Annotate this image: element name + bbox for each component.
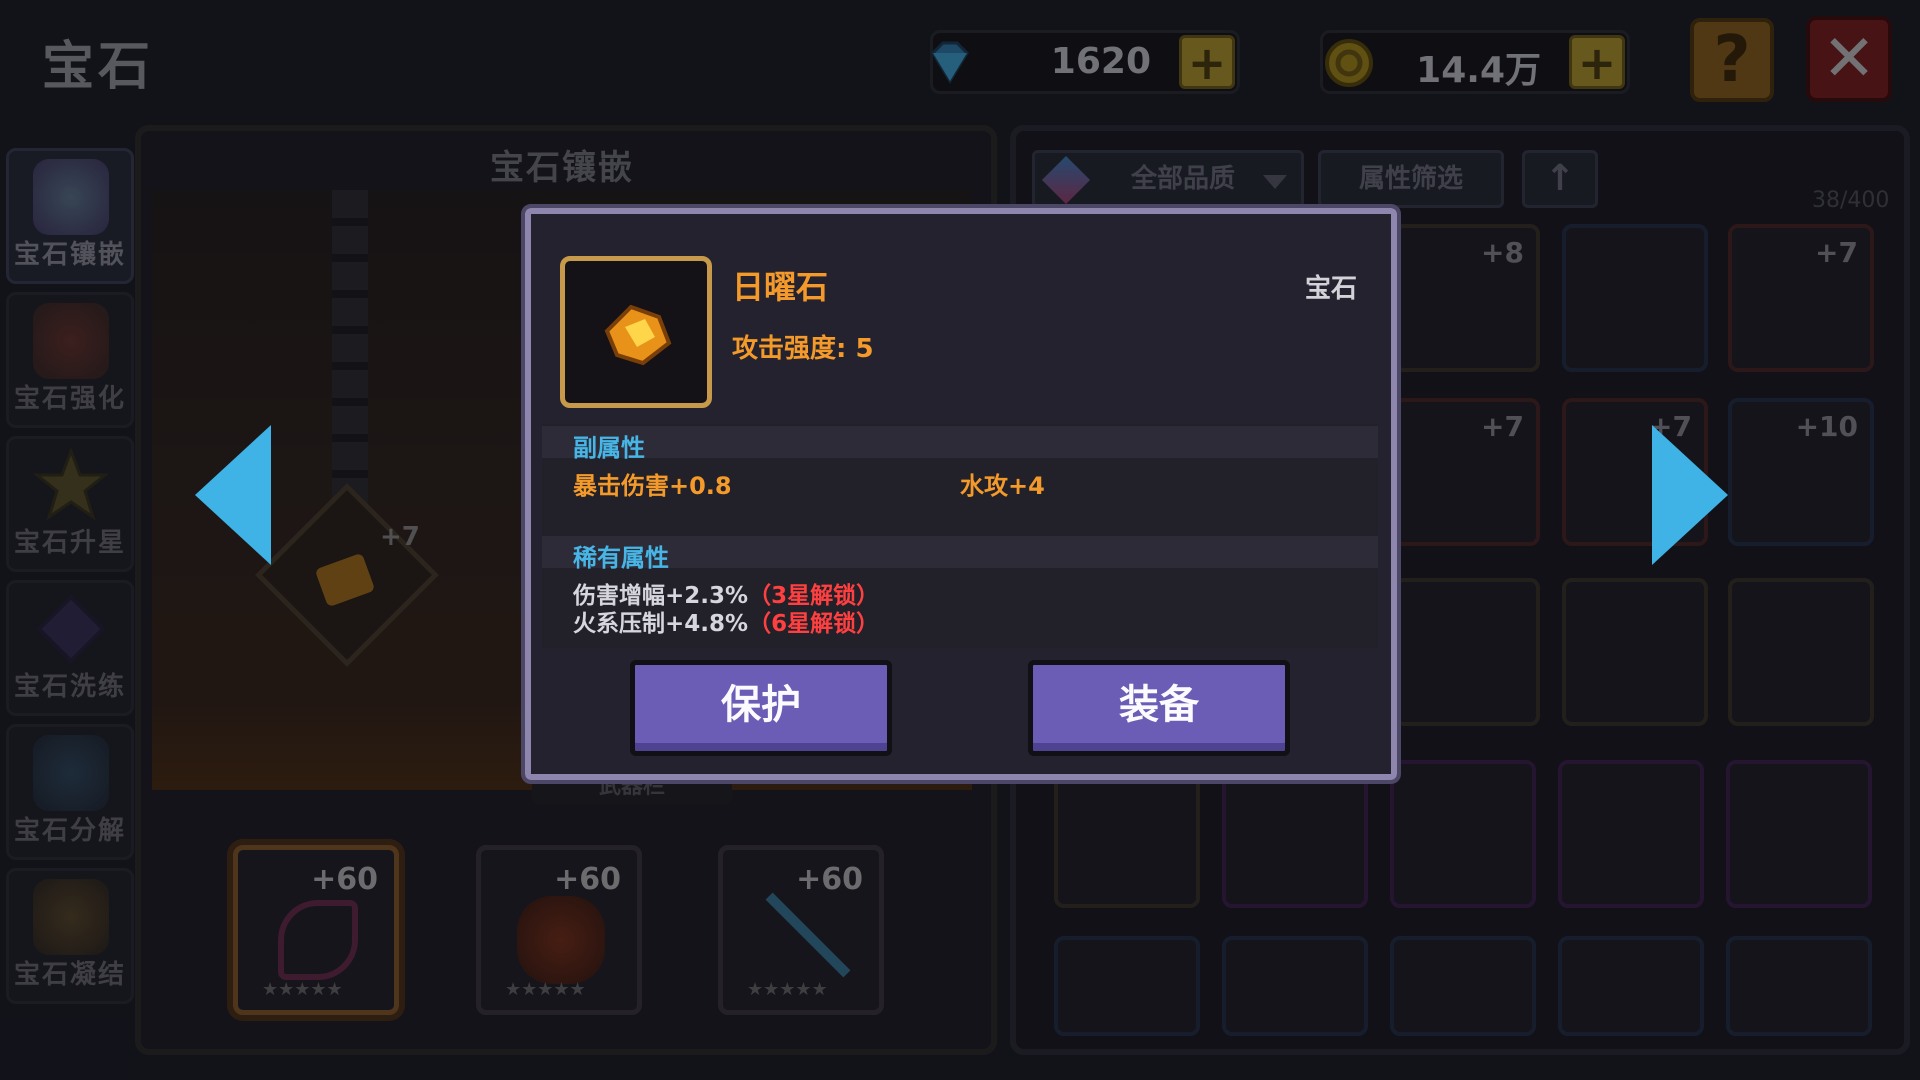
sub-attr: 水攻+4 — [960, 472, 1045, 500]
main-stat: 攻击强度: 5 — [732, 334, 874, 364]
sub-attr-title: 副属性 — [573, 434, 645, 462]
next-arrow-icon[interactable] — [1652, 425, 1728, 565]
rare-attr-title: 稀有属性 — [573, 544, 669, 572]
item-name: 日曜石 — [732, 268, 829, 306]
item-type: 宝石 — [1305, 274, 1358, 304]
sun-stone-icon — [595, 291, 679, 375]
protect-button[interactable]: 保护 — [630, 660, 892, 756]
rare-attr-lock: （6星解锁） — [748, 611, 880, 637]
equip-button[interactable]: 装备 — [1028, 660, 1290, 756]
rare-attr-text: 火系压制+4.8% — [573, 611, 749, 637]
rare-attr: 火系压制+4.8%（6星解锁） — [573, 604, 879, 638]
section-bar — [542, 426, 1378, 458]
prev-arrow-icon[interactable] — [195, 425, 271, 565]
sub-attr: 暴击伤害+0.8 — [573, 472, 732, 500]
item-icon-frame — [560, 256, 712, 408]
